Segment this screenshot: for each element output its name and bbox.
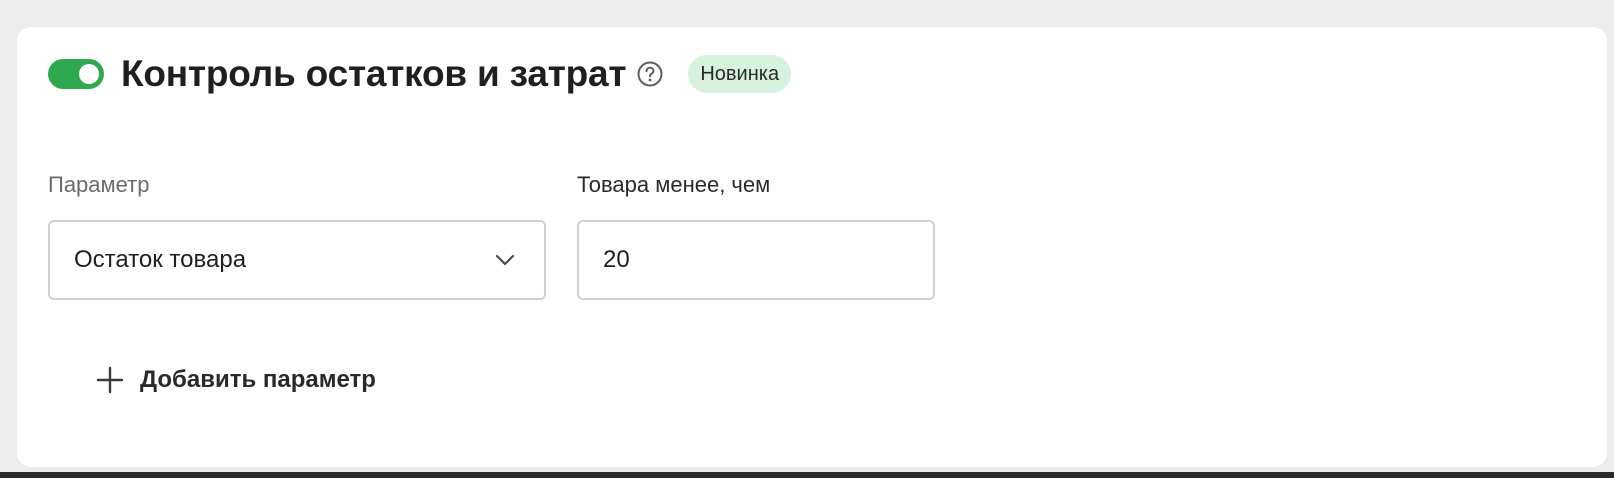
parameter-select-value: Остаток товара — [74, 246, 247, 273]
add-parameter-button[interactable]: Добавить параметр — [96, 360, 376, 400]
add-parameter-label: Добавить параметр — [140, 366, 376, 393]
parameter-select[interactable]: Остаток товара — [48, 220, 546, 300]
toggle-knob — [79, 64, 99, 84]
chevron-down-icon — [490, 245, 520, 275]
enable-toggle[interactable] — [48, 59, 104, 89]
question-circle-icon[interactable] — [636, 60, 664, 88]
bottom-divider — [0, 472, 1614, 478]
threshold-input-value: 20 — [603, 246, 630, 273]
plus-icon — [96, 366, 124, 394]
parameter-label: Параметр — [48, 172, 150, 197]
threshold-label: Товара менее, чем — [577, 172, 771, 197]
section-header: Контроль остатков и затрат Новинка — [48, 52, 792, 96]
new-badge: Новинка — [688, 55, 792, 93]
threshold-input[interactable]: 20 — [577, 220, 935, 300]
section-title: Контроль остатков и затрат — [121, 53, 627, 94]
